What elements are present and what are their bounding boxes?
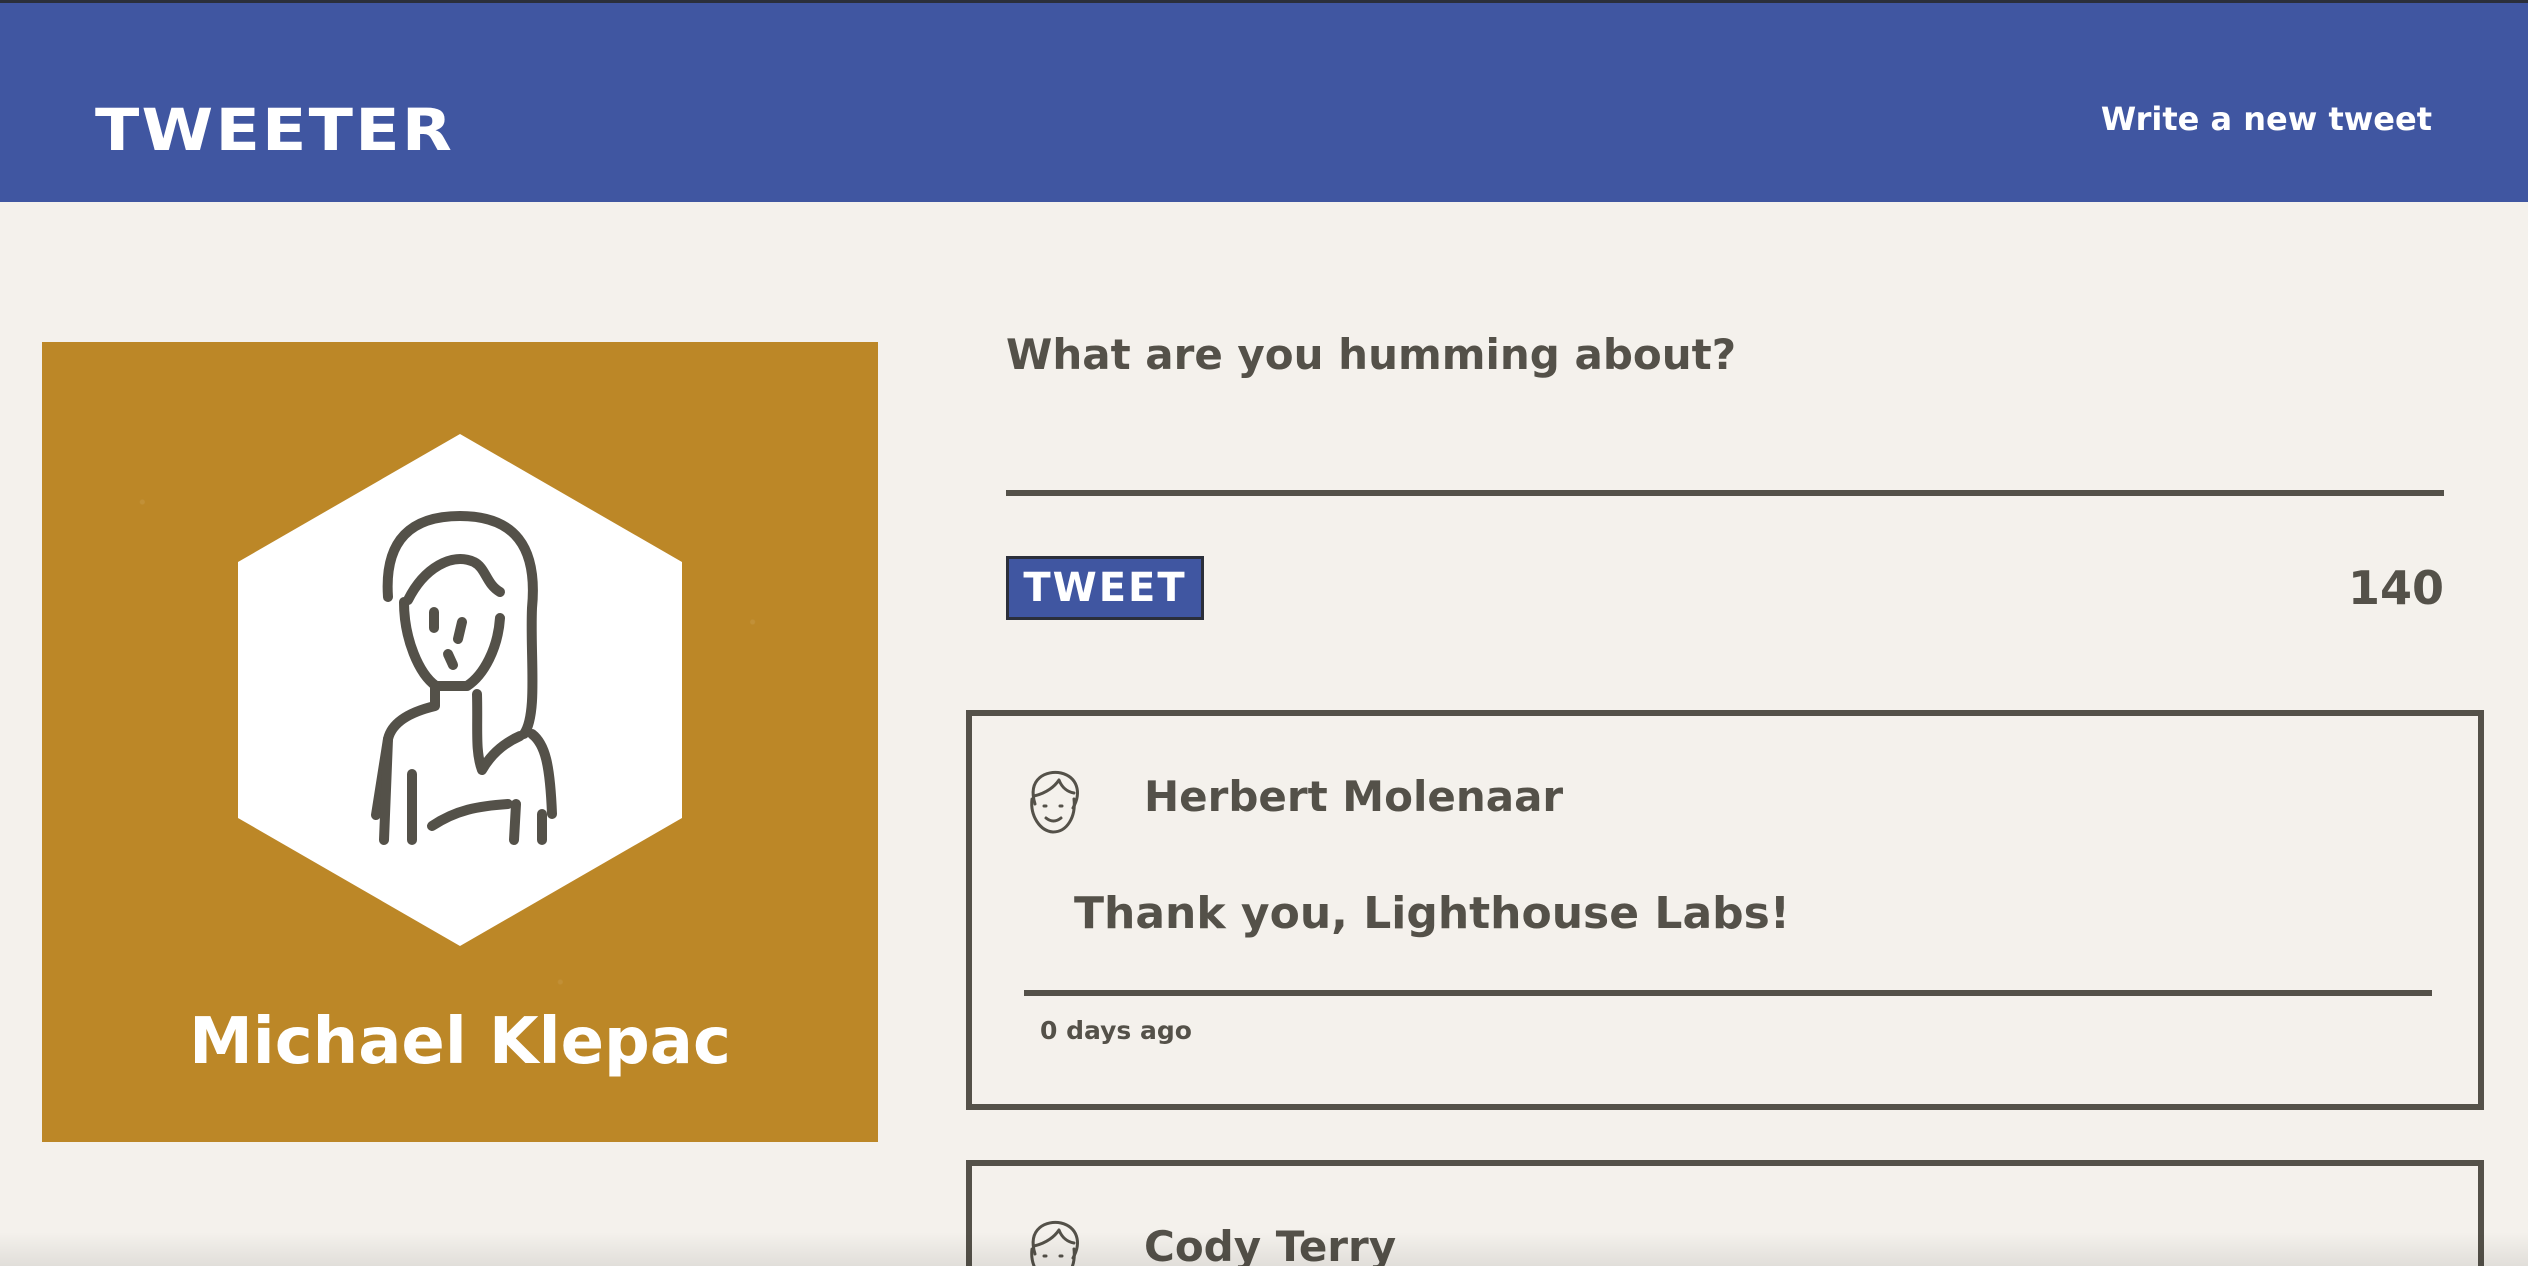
tweet-text-input[interactable] [1006, 414, 2444, 496]
submit-tweet-button[interactable]: TWEET [1006, 556, 1204, 620]
female-user-avatar-icon [238, 434, 682, 946]
brand-logo[interactable]: TWEETER [95, 101, 454, 159]
tweet-content: Thank you, Lighthouse Labs! [1074, 888, 1790, 939]
tweet-author: Cody Terry [1144, 1222, 1397, 1266]
character-counter: 140 [2347, 561, 2444, 615]
composer-label: What are you humming about? [1006, 330, 1737, 379]
male-user-avatar-icon [1030, 770, 1079, 834]
tweeter-page: TWEETER Write a new tweet Michael Klepac… [0, 0, 2528, 1266]
tweet-divider [1024, 990, 2432, 996]
top-navigation: TWEETER Write a new tweet [0, 0, 2528, 202]
tweet-author: Herbert Molenaar [1144, 772, 1564, 821]
male-user-avatar-icon [1030, 1220, 1079, 1266]
tweet-card: Herbert Molenaar Thank you, Lighthouse L… [966, 710, 2484, 1110]
tweet-timestamp: 0 days ago [1040, 1016, 1192, 1045]
profile-card: Michael Klepac [42, 342, 878, 1142]
write-new-tweet-link[interactable]: Write a new tweet [2101, 103, 2432, 135]
tweet-card: Cody Terry [966, 1160, 2484, 1266]
profile-name: Michael Klepac [189, 1005, 731, 1079]
